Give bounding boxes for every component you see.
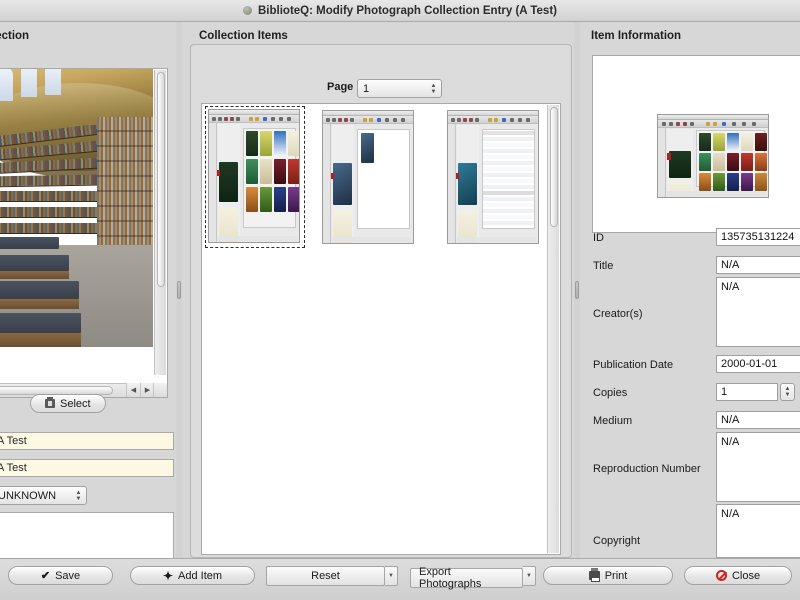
field-textarea-reproduction-number[interactable]: N/A: [716, 432, 800, 502]
left-field-one-value: A Test: [0, 435, 27, 447]
close-button[interactable]: Close: [684, 566, 792, 585]
field-value-reproduction-number: N/A: [721, 436, 739, 448]
field-label-copyright: Copyright: [593, 535, 640, 547]
thumbnail-3[interactable]: [445, 108, 545, 250]
field-label-reproduction-number: Reproduction Number: [593, 463, 701, 475]
copies-spinner[interactable]: ▲▼: [780, 383, 795, 401]
thumbnail-2[interactable]: [320, 108, 420, 250]
add-item-button[interactable]: ✦ Add Item: [130, 566, 255, 585]
left-panel-label: lection: [0, 30, 29, 42]
field-value-publication-date: 2000-01-01: [721, 358, 777, 370]
field-textarea-creators[interactable]: N/A: [716, 277, 800, 347]
thumbnail-1-image: [208, 109, 300, 243]
center-panel-label: Collection Items: [199, 30, 288, 42]
field-input-publication-date[interactable]: 2000-01-01: [716, 355, 800, 373]
splitter-right[interactable]: [574, 22, 580, 558]
reset-dropdown-arrow-icon[interactable]: ▼: [385, 566, 398, 586]
photo-scroll-left-button[interactable]: ◀: [126, 383, 140, 397]
field-input-medium[interactable]: N/A: [716, 411, 800, 429]
field-textarea-copyright[interactable]: N/A: [716, 504, 800, 558]
field-value-copies: 1: [721, 386, 727, 398]
photo-vertical-scrollbar[interactable]: [154, 70, 166, 375]
plus-icon: ✦: [163, 569, 173, 583]
photograph-preview-pane[interactable]: ◀ ▶: [0, 68, 168, 398]
page-combo[interactable]: 1 ▲▼: [357, 79, 442, 98]
field-label-title: Title: [593, 260, 613, 272]
select-button-label: Select: [60, 398, 91, 410]
left-field-one[interactable]: A Test: [0, 432, 174, 450]
splitter-left[interactable]: [176, 22, 182, 558]
left-field-two[interactable]: A Test: [0, 459, 174, 477]
printer-icon: [589, 571, 600, 580]
field-input-title[interactable]: N/A: [716, 256, 800, 274]
add-item-button-label: Add Item: [178, 570, 222, 582]
window-title: BiblioteQ: Modify Photograph Collection …: [258, 5, 557, 17]
export-button[interactable]: Export Photographs ▼: [410, 566, 523, 588]
thumbnail-3-image: [447, 110, 539, 244]
field-label-id: ID: [593, 232, 604, 244]
items-vscroll-thumb[interactable]: [550, 107, 558, 227]
reset-button[interactable]: Reset ▼: [266, 566, 385, 586]
print-button-label: Print: [605, 570, 628, 582]
field-input-id[interactable]: 135735131224: [716, 228, 800, 246]
thumbnail-2-image: [322, 110, 414, 244]
export-button-label: Export Photographs: [419, 566, 514, 590]
field-value-creators: N/A: [721, 281, 739, 293]
close-circle-icon: [716, 570, 727, 581]
page-spinner-icon[interactable]: ▲▼: [429, 81, 438, 96]
field-value-id: 135735131224: [721, 231, 794, 243]
left-type-combo[interactable]: UNKNOWN ▲▼: [0, 486, 87, 505]
right-panel-label: Item Information: [591, 30, 681, 42]
item-preview-screenshot: [657, 114, 769, 198]
field-value-medium: N/A: [721, 414, 739, 426]
select-button[interactable]: Select: [30, 394, 106, 413]
library-reading-room-photo: [0, 69, 153, 347]
left-combo-spinner-icon[interactable]: ▲▼: [74, 488, 83, 503]
page-label: Page: [327, 81, 353, 93]
collection-items-canvas[interactable]: [201, 103, 561, 555]
save-button-label: Save: [55, 570, 80, 582]
field-value-copyright: N/A: [721, 508, 739, 520]
photo-vscroll-thumb[interactable]: [157, 72, 165, 287]
left-type-combo-value: UNKNOWN: [0, 490, 56, 502]
save-button[interactable]: ✔ Save: [8, 566, 113, 585]
bottom-button-bar: ✔ Save ✦ Add Item Reset ▼ Export Photogr…: [0, 558, 800, 600]
photo-scroll-right-button[interactable]: ▶: [140, 383, 154, 397]
app-dot-icon: [243, 6, 252, 15]
export-dropdown-arrow-icon[interactable]: ▼: [523, 566, 536, 586]
thumbnail-1[interactable]: [205, 106, 305, 248]
window-titlebar: BiblioteQ: Modify Photograph Collection …: [0, 0, 800, 22]
check-icon: ✔: [41, 569, 50, 582]
field-label-publication-date: Publication Date: [593, 359, 673, 371]
items-vertical-scrollbar[interactable]: [547, 105, 559, 553]
field-input-copies[interactable]: 1: [716, 383, 778, 401]
page-combo-value: 1: [363, 83, 369, 95]
reset-button-label: Reset: [311, 570, 340, 582]
field-value-title: N/A: [721, 259, 739, 271]
item-preview-frame[interactable]: [592, 55, 800, 233]
splitter-left-grip[interactable]: [177, 281, 181, 299]
print-button[interactable]: Print: [543, 566, 673, 585]
field-label-medium: Medium: [593, 415, 632, 427]
splitter-right-grip[interactable]: [575, 281, 579, 299]
field-label-creators: Creator(s): [593, 308, 643, 320]
photo-scroll-corner: [153, 383, 167, 397]
application-window: BiblioteQ: Modify Photograph Collection …: [0, 0, 800, 600]
left-field-two-value: A Test: [0, 462, 27, 474]
close-button-label: Close: [732, 570, 760, 582]
workspace: lection: [0, 22, 800, 558]
field-label-copies: Copies: [593, 387, 627, 399]
folder-select-icon: [45, 399, 55, 408]
